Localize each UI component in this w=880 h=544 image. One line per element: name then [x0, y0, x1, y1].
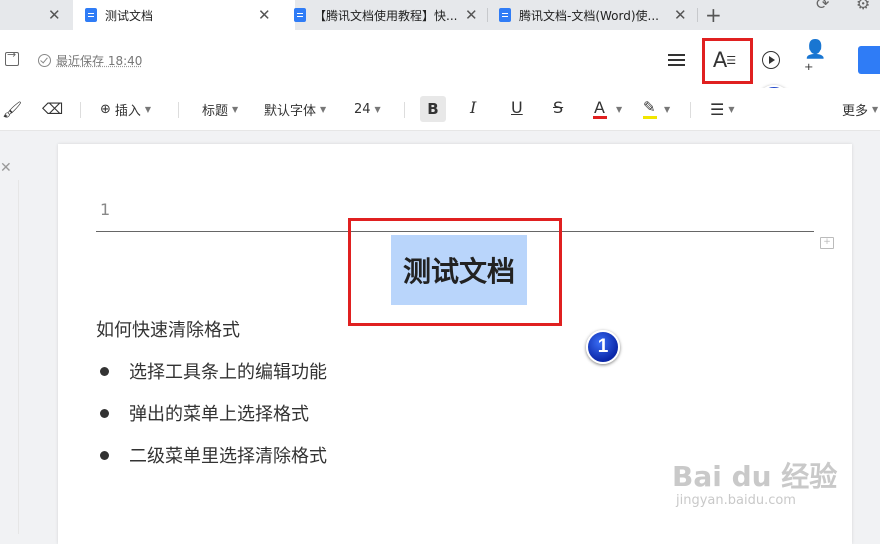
close-icon[interactable]: ✕ [48, 6, 61, 24]
list-item-text: 弹出的菜单上选择格式 [129, 404, 309, 425]
document-icon [294, 8, 306, 22]
page-number: 1 [100, 200, 111, 219]
align-center-icon[interactable]: ☰ ▼ [710, 100, 735, 119]
settings-gear-icon[interactable]: ⚙ [856, 0, 870, 13]
exit-icon[interactable] [5, 48, 19, 66]
highlight-dropdown-icon[interactable]: ▼ [660, 100, 670, 118]
insert-plus-icon: ⊕ [100, 101, 111, 117]
font-family-dropdown[interactable]: 默认字体 ▼ [264, 100, 326, 119]
font-color-swatch [593, 116, 607, 119]
bullet-dot-icon [100, 450, 109, 460]
close-icon[interactable]: ✕ [465, 6, 478, 24]
save-status-text: 最近保存 18:40 [56, 54, 143, 68]
insert-label: 插入 [114, 103, 141, 119]
highlight-color-swatch [643, 116, 657, 119]
tab-bar: ✕ 测试文档 ✕ 【腾讯文档使用教程】快... ✕ 腾讯文档-文档(Word)使… [0, 0, 880, 30]
toolbar-divider [404, 102, 405, 118]
watermark-url: jingyan.baidu.com [676, 493, 796, 508]
annotation-marker-1: 1 [586, 330, 620, 364]
tab-title: 【腾讯文档使用教程】快... [314, 8, 458, 23]
close-icon[interactable]: ✕ [674, 6, 687, 24]
share-button[interactable] [858, 46, 880, 74]
tab-title: 测试文档 [105, 8, 154, 23]
new-tab-plus-icon[interactable]: + [705, 3, 722, 27]
list-item[interactable]: 选择工具条上的编辑功能 [100, 358, 327, 384]
check-circle-icon [38, 54, 51, 67]
more-label: 更多 [842, 103, 869, 119]
toolbar-divider [178, 102, 179, 118]
menu-icon[interactable] [663, 47, 689, 73]
tab-divider [697, 8, 698, 22]
heading-style-dropdown[interactable]: 标题 ▼ [202, 100, 238, 119]
more-dropdown[interactable]: 更多 ▼ [842, 100, 878, 119]
tab-tutorial[interactable]: 【腾讯文档使用教程】快... [294, 0, 484, 30]
close-icon[interactable]: ✕ [258, 6, 271, 24]
list-item-text: 二级菜单里选择清除格式 [129, 446, 327, 467]
clear-format-eraser-icon[interactable]: ⌫ [42, 100, 63, 118]
heading-label: 标题 [202, 103, 229, 119]
strikethrough-button[interactable]: S [553, 98, 563, 117]
underline-button[interactable]: U [511, 98, 523, 117]
save-status[interactable]: 最近保存 18:40 [38, 52, 142, 69]
format-painter-icon[interactable]: 🖌 [2, 100, 22, 119]
tab-word-doc[interactable]: 腾讯文档-文档(Word)使... [499, 0, 689, 30]
document-paragraph[interactable]: 如何快速清除格式 [96, 316, 240, 342]
highlight-icon[interactable]: ✎ [643, 98, 656, 116]
font-size-label: 24 [354, 101, 371, 117]
list-item-text: 选择工具条上的编辑功能 [129, 362, 327, 383]
refresh-icon[interactable]: ⟳ [816, 0, 829, 13]
tab-title: 腾讯文档-文档(Word)使... [519, 8, 659, 23]
bullet-dot-icon [100, 366, 109, 376]
tab-divider [487, 8, 488, 22]
toolbar-divider [80, 102, 81, 118]
list-item[interactable]: 弹出的菜单上选择格式 [100, 400, 309, 426]
formatting-toolbar: 🖌 ⌫ ⊕ 插入 ▼ 标题 ▼ 默认字体 ▼ 24 ▼ B I U S A ▼ ✎ ▼ … [0, 88, 880, 131]
bold-button[interactable]: B [420, 96, 446, 122]
watermark-logo: Bai du 经验 [672, 460, 838, 493]
font-color-dropdown-icon[interactable]: ▼ [612, 100, 622, 118]
insert-dropdown[interactable]: ⊕ 插入 ▼ [100, 100, 151, 119]
close-outline-icon[interactable]: ✕ [0, 160, 12, 176]
italic-button[interactable]: I [470, 98, 476, 117]
toolbar-divider [690, 102, 691, 118]
add-comment-icon[interactable]: + [820, 237, 834, 249]
sidebar-divider [18, 180, 19, 534]
play-icon [762, 51, 780, 69]
document-icon [85, 8, 97, 22]
present-play-button[interactable] [758, 47, 784, 73]
list-item[interactable]: 二级菜单里选择清除格式 [100, 442, 327, 468]
font-color-button[interactable]: A [594, 98, 605, 117]
annotation-box-title [348, 218, 562, 326]
font-label: 默认字体 [264, 103, 317, 119]
document-icon [499, 8, 511, 22]
annotation-box-format-button [702, 38, 753, 84]
bullet-dot-icon [100, 408, 109, 418]
font-size-dropdown[interactable]: 24 ▼ [354, 100, 381, 118]
add-collaborator-icon[interactable]: 👤⁺ [804, 39, 830, 81]
